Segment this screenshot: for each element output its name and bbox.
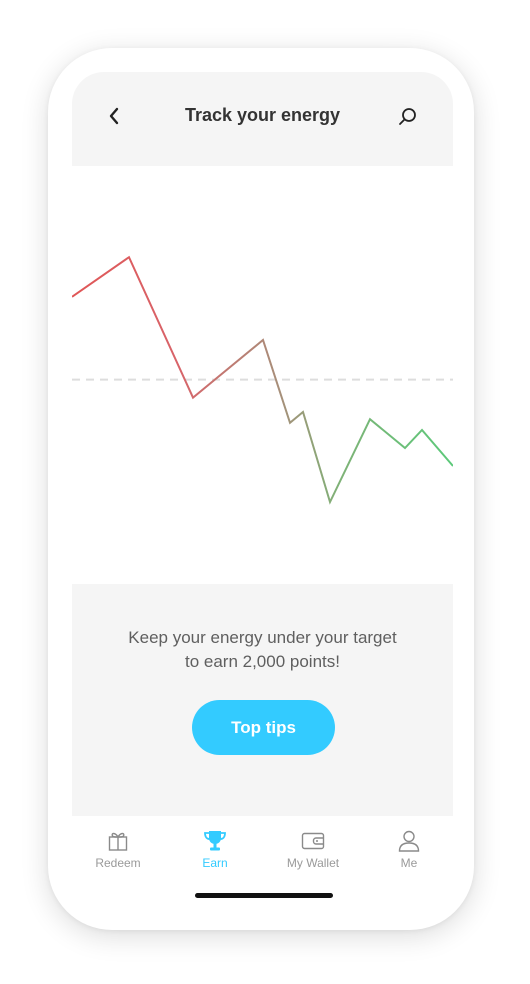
person-icon	[396, 828, 422, 854]
target-message-line-2: to earn 2,000 points!	[184, 652, 340, 671]
top-tips-button[interactable]: Top tips	[192, 700, 335, 755]
tab-me-label: Me	[400, 856, 418, 870]
tab-redeem[interactable]: Redeem	[72, 828, 166, 870]
top-bar: Track your energy	[72, 72, 453, 166]
tab-earn-label: Earn	[202, 856, 228, 870]
gift-icon	[105, 828, 131, 854]
tab-me[interactable]: Me	[361, 828, 453, 870]
search-button[interactable]	[396, 105, 420, 129]
target-message: Keep your energy under your target to ea…	[92, 626, 433, 674]
phone-frame: Track your energy Keep your energy under…	[48, 48, 474, 930]
info-panel: Keep your energy under your target to ea…	[72, 584, 453, 816]
energy-chart	[72, 166, 453, 584]
tab-earn[interactable]: Earn	[167, 828, 263, 870]
tab-my-wallet[interactable]: My Wallet	[265, 828, 361, 870]
trophy-icon	[202, 828, 228, 854]
wallet-icon	[300, 828, 326, 854]
target-message-line-1: Keep your energy under your target	[128, 628, 397, 647]
search-icon	[399, 108, 416, 125]
tab-redeem-label: Redeem	[95, 856, 141, 870]
home-indicator	[195, 893, 333, 898]
energy-chart-svg	[72, 255, 453, 505]
tab-my-wallet-label: My Wallet	[286, 856, 340, 870]
bottom-tab-bar: Redeem Earn My Wallet Me	[72, 816, 453, 902]
app-screen: Track your energy Keep your energy under…	[72, 72, 453, 902]
